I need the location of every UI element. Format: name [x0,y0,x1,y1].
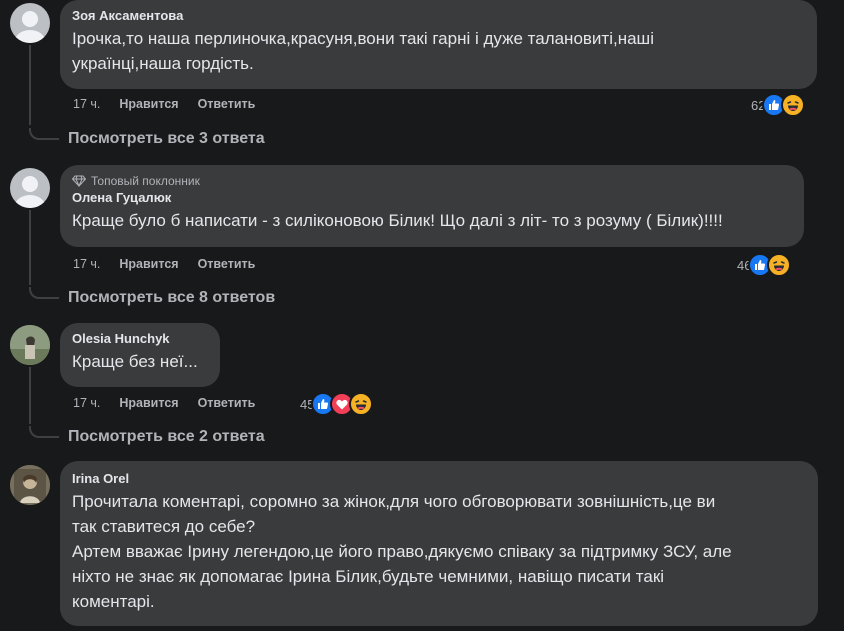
profile-photo-icon [10,465,50,505]
comment-bubble: Irina Orel Прочитала коментарі, соромно … [60,461,818,626]
author-name[interactable]: Irina Orel [72,471,806,486]
comment-text: Прочитала коментарі, соромно за жінок,дл… [72,492,732,611]
reply-button[interactable]: Ответить [198,97,256,111]
avatar[interactable] [10,465,50,505]
view-replies-link[interactable]: Посмотреть все 2 ответа [68,428,265,446]
badge-label: Топовый поклонник [91,174,200,188]
reply-button[interactable]: Ответить [198,257,256,271]
comment-actions: 17 ч. Нравится Ответить [73,396,274,410]
top-fan-badge[interactable]: Топовый поклонник [72,174,792,188]
diamond-icon [72,175,86,187]
comment-bubble: Olesia Hunchyk Краще без неї... [60,323,220,387]
timestamp[interactable]: 17 ч. [73,257,100,271]
comment-bubble: Зоя Аксаментова Ірочка,то наша перлиночк… [60,0,817,89]
avatar[interactable] [10,325,50,365]
timestamp[interactable]: 17 ч. [73,97,100,111]
like-button[interactable]: Нравится [119,396,178,410]
comment-bubble: Топовый поклонник Олена Гуцалюк Краще бу… [60,165,804,247]
haha-icon [349,392,374,416]
comment-text: Ірочка,то наша перлиночка,красуня,вони т… [72,29,654,73]
view-replies-link[interactable]: Посмотреть все 8 ответов [68,289,275,307]
comment-text: Краще було б написати - з силіконовою Бі… [72,211,723,230]
comment-actions: 17 ч. Нравится Ответить [73,97,274,111]
profile-photo-icon [10,325,50,365]
reply-button[interactable]: Ответить [198,396,256,410]
default-avatar-icon [15,11,45,43]
reaction-summary[interactable]: 46 [737,253,792,277]
haha-icon [781,93,806,117]
default-avatar-icon [15,176,45,208]
author-name[interactable]: Олена Гуцалюк [72,190,792,205]
avatar[interactable] [10,168,50,208]
reaction-summary[interactable]: 62 [751,93,806,117]
haha-icon [767,253,792,277]
comment-actions: 17 ч. Нравится Ответить [73,257,274,271]
avatar[interactable] [10,3,50,43]
like-button[interactable]: Нравится [119,97,178,111]
timestamp[interactable]: 17 ч. [73,396,100,410]
author-name[interactable]: Зоя Аксаментова [72,8,805,23]
like-button[interactable]: Нравится [119,257,178,271]
view-replies-link[interactable]: Посмотреть все 3 ответа [68,130,265,148]
author-name[interactable]: Olesia Hunchyk [72,331,208,346]
reaction-summary[interactable]: 45 [300,392,374,416]
comment-text: Краще без неї... [72,352,198,371]
